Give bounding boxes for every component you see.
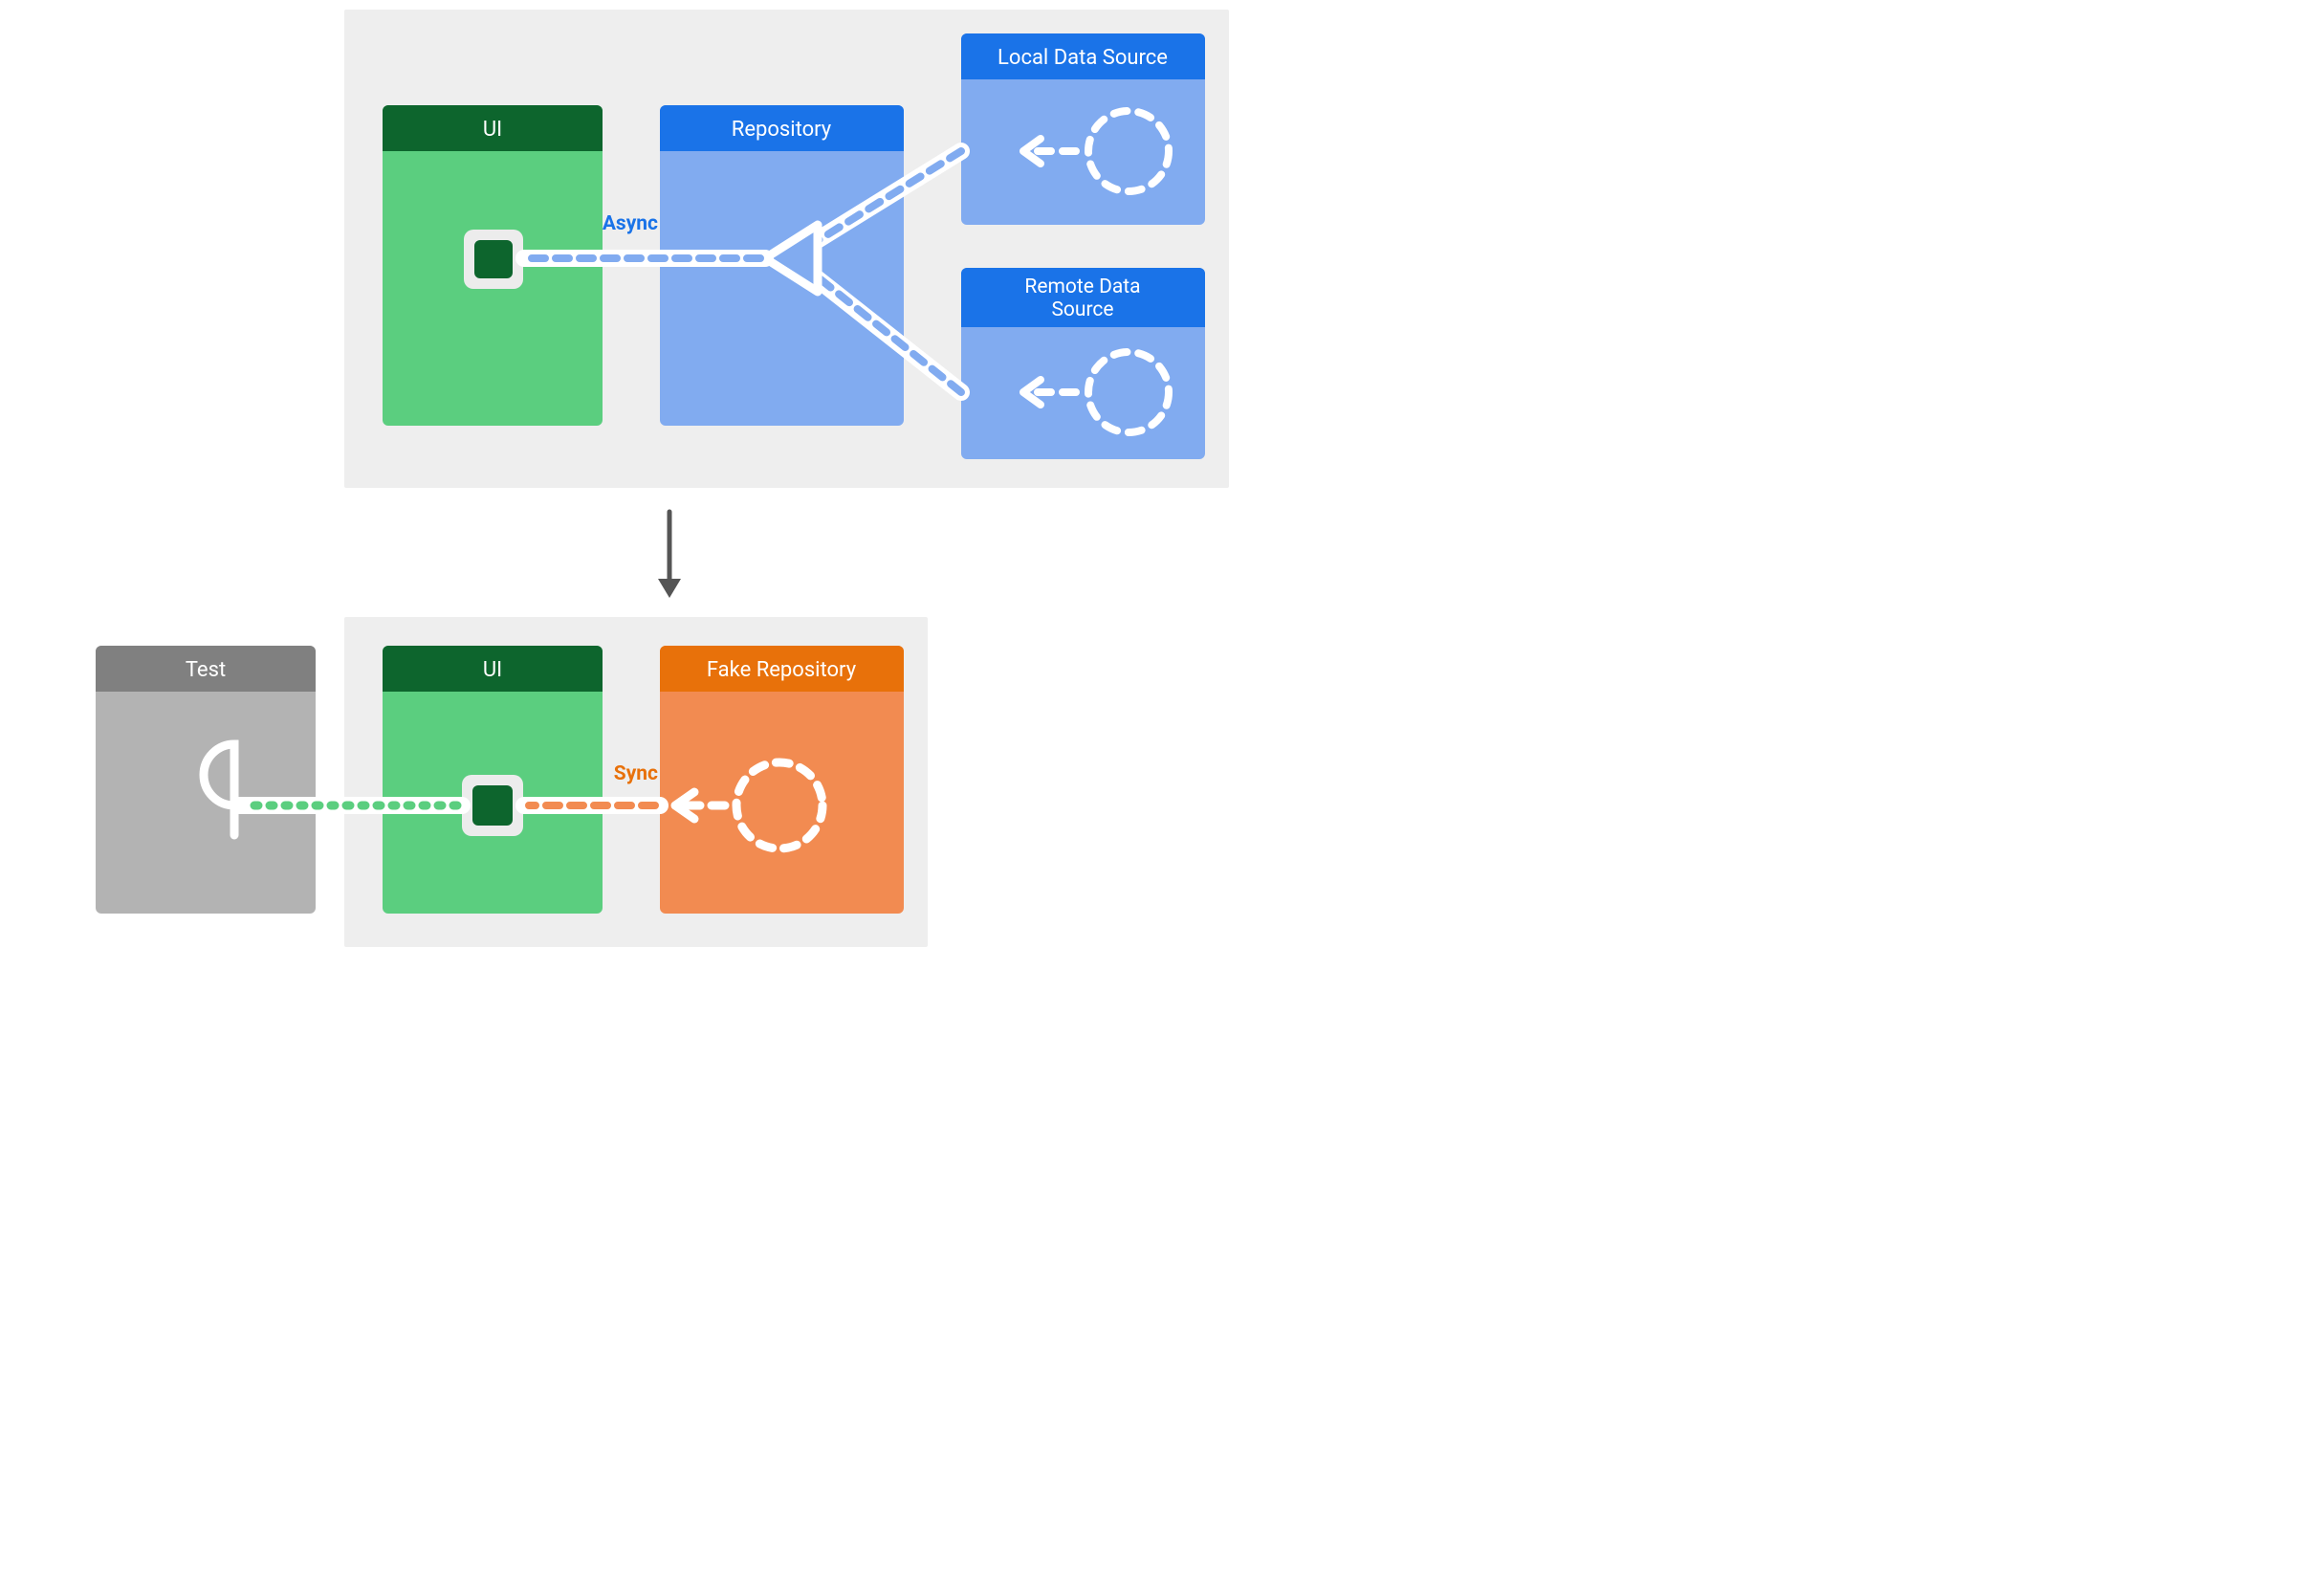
remote-ds-label-1: Remote Data <box>1024 276 1140 298</box>
architecture-diagram: UI Repository Local Data Source <box>0 0 1329 957</box>
remote-data-source-box: Remote Data Source <box>961 268 1205 459</box>
fake-repo-label: Fake Repository <box>707 658 857 682</box>
ui-label-top: UI <box>483 118 502 142</box>
ui-label-bottom: UI <box>483 658 502 682</box>
bottom-panel: Test UI Fake Repository <box>96 617 928 947</box>
local-ds-label: Local Data Source <box>998 46 1168 70</box>
transition-arrow <box>658 512 681 598</box>
async-label: Async <box>603 212 658 235</box>
fake-repository-box: Fake Repository <box>660 646 904 914</box>
test-box: Test <box>96 646 316 914</box>
sync-label: Sync <box>614 762 658 785</box>
local-data-source-box: Local Data Source <box>961 33 1205 225</box>
ui-box-bottom: UI <box>383 646 603 914</box>
repository-label: Repository <box>732 118 832 142</box>
test-label: Test <box>186 658 226 682</box>
remote-ds-label-2: Source <box>1051 298 1113 321</box>
top-panel: UI Repository Local Data Source <box>344 10 1229 488</box>
